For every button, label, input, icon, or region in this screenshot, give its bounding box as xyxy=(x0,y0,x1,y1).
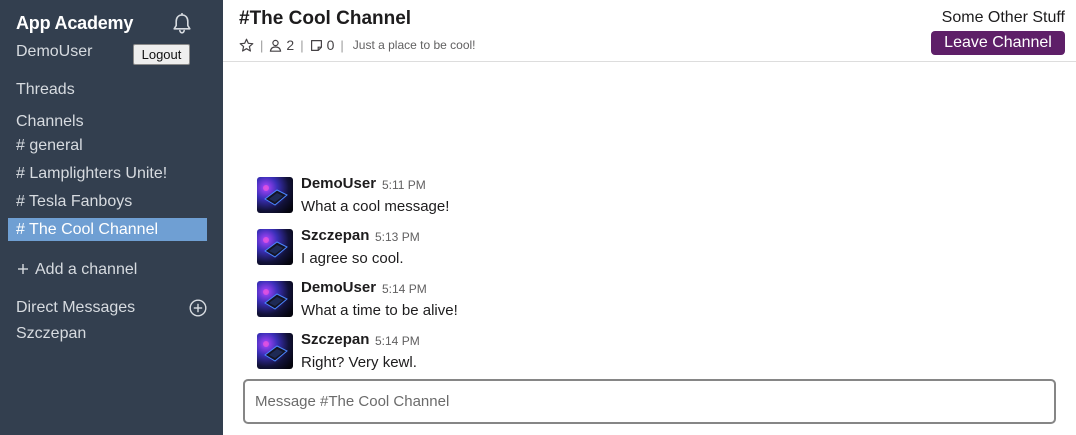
message-row[interactable]: DemoUser 5:11 PM What a cool message! xyxy=(257,175,1057,219)
message-timestamp: 5:14 PM xyxy=(382,282,427,296)
message-author[interactable]: DemoUser xyxy=(301,279,376,296)
add-channel-label: Add a channel xyxy=(35,261,138,278)
message-input[interactable] xyxy=(245,381,1054,422)
message-row[interactable]: Szczepan 5:13 PM I agree so cool. xyxy=(257,227,1057,271)
message-author[interactable]: Szczepan xyxy=(301,227,369,244)
message-author[interactable]: Szczepan xyxy=(301,331,369,348)
channel-description: Just a place to be cool! xyxy=(352,38,476,52)
pinned-count-button[interactable]: 0 xyxy=(310,37,335,53)
message-author[interactable]: DemoUser xyxy=(301,175,376,192)
message-text: What a time to be alive! xyxy=(301,302,458,319)
other-stuff-link[interactable]: Some Other Stuff xyxy=(942,9,1065,27)
workspace-name[interactable]: App Academy xyxy=(16,13,133,34)
sidebar-channel-general[interactable]: # general xyxy=(8,134,207,157)
circle-plus-icon[interactable] xyxy=(189,299,207,317)
current-user-name: DemoUser xyxy=(16,43,93,60)
message-text: Right? Very kewl. xyxy=(301,354,417,371)
member-count-button[interactable]: 2 xyxy=(269,37,294,53)
message-text: What a cool message! xyxy=(301,198,450,215)
meta-divider: | xyxy=(300,37,304,53)
sidebar: App Academy DemoUser Logout Threads Chan… xyxy=(0,0,223,435)
channel-meta: | 2 | 0 | Just a place to be cool! xyxy=(239,36,476,54)
person-icon xyxy=(269,39,282,52)
message-row[interactable]: DemoUser 5:14 PM What a time to be alive! xyxy=(257,279,1057,323)
avatar[interactable] xyxy=(257,281,293,317)
bell-icon[interactable] xyxy=(172,12,192,35)
meta-divider: | xyxy=(260,37,264,53)
message-timestamp: 5:13 PM xyxy=(375,230,420,244)
plus-icon xyxy=(16,261,30,279)
leave-channel-button[interactable]: Leave Channel xyxy=(931,31,1065,55)
meta-divider: | xyxy=(340,37,344,53)
message-timestamp: 5:14 PM xyxy=(375,334,420,348)
avatar[interactable] xyxy=(257,229,293,265)
sidebar-channel-the-cool-channel[interactable]: # The Cool Channel xyxy=(8,218,207,241)
message-composer xyxy=(243,379,1056,424)
main-panel: #The Cool Channel | 2 | 0 | Just a place… xyxy=(223,0,1076,435)
add-channel-button[interactable]: Add a channel xyxy=(16,261,137,279)
member-count: 2 xyxy=(286,37,295,53)
sidebar-channel-lamplighters-unite[interactable]: # Lamplighters Unite! xyxy=(8,162,207,185)
message-text: I agree so cool. xyxy=(301,250,404,267)
message-timestamp: 5:11 PM xyxy=(382,178,426,192)
pinned-count: 0 xyxy=(326,37,335,53)
star-icon[interactable] xyxy=(239,38,254,53)
channel-header: #The Cool Channel | 2 | 0 | Just a place… xyxy=(223,0,1076,62)
sidebar-dm-szczepan[interactable]: Szczepan xyxy=(16,325,86,343)
message-row[interactable]: Szczepan 5:14 PM Right? Very kewl. xyxy=(257,331,1057,375)
avatar[interactable] xyxy=(257,333,293,369)
avatar[interactable] xyxy=(257,177,293,213)
channel-title: #The Cool Channel xyxy=(239,8,412,29)
direct-messages-heading[interactable]: Direct Messages xyxy=(16,299,135,317)
threads-link[interactable]: Threads xyxy=(16,81,75,99)
logout-button[interactable]: Logout xyxy=(133,44,190,65)
channels-heading[interactable]: Channels xyxy=(16,113,84,131)
note-icon xyxy=(310,39,323,52)
sidebar-channel-tesla-fanboys[interactable]: # Tesla Fanboys xyxy=(8,190,207,213)
